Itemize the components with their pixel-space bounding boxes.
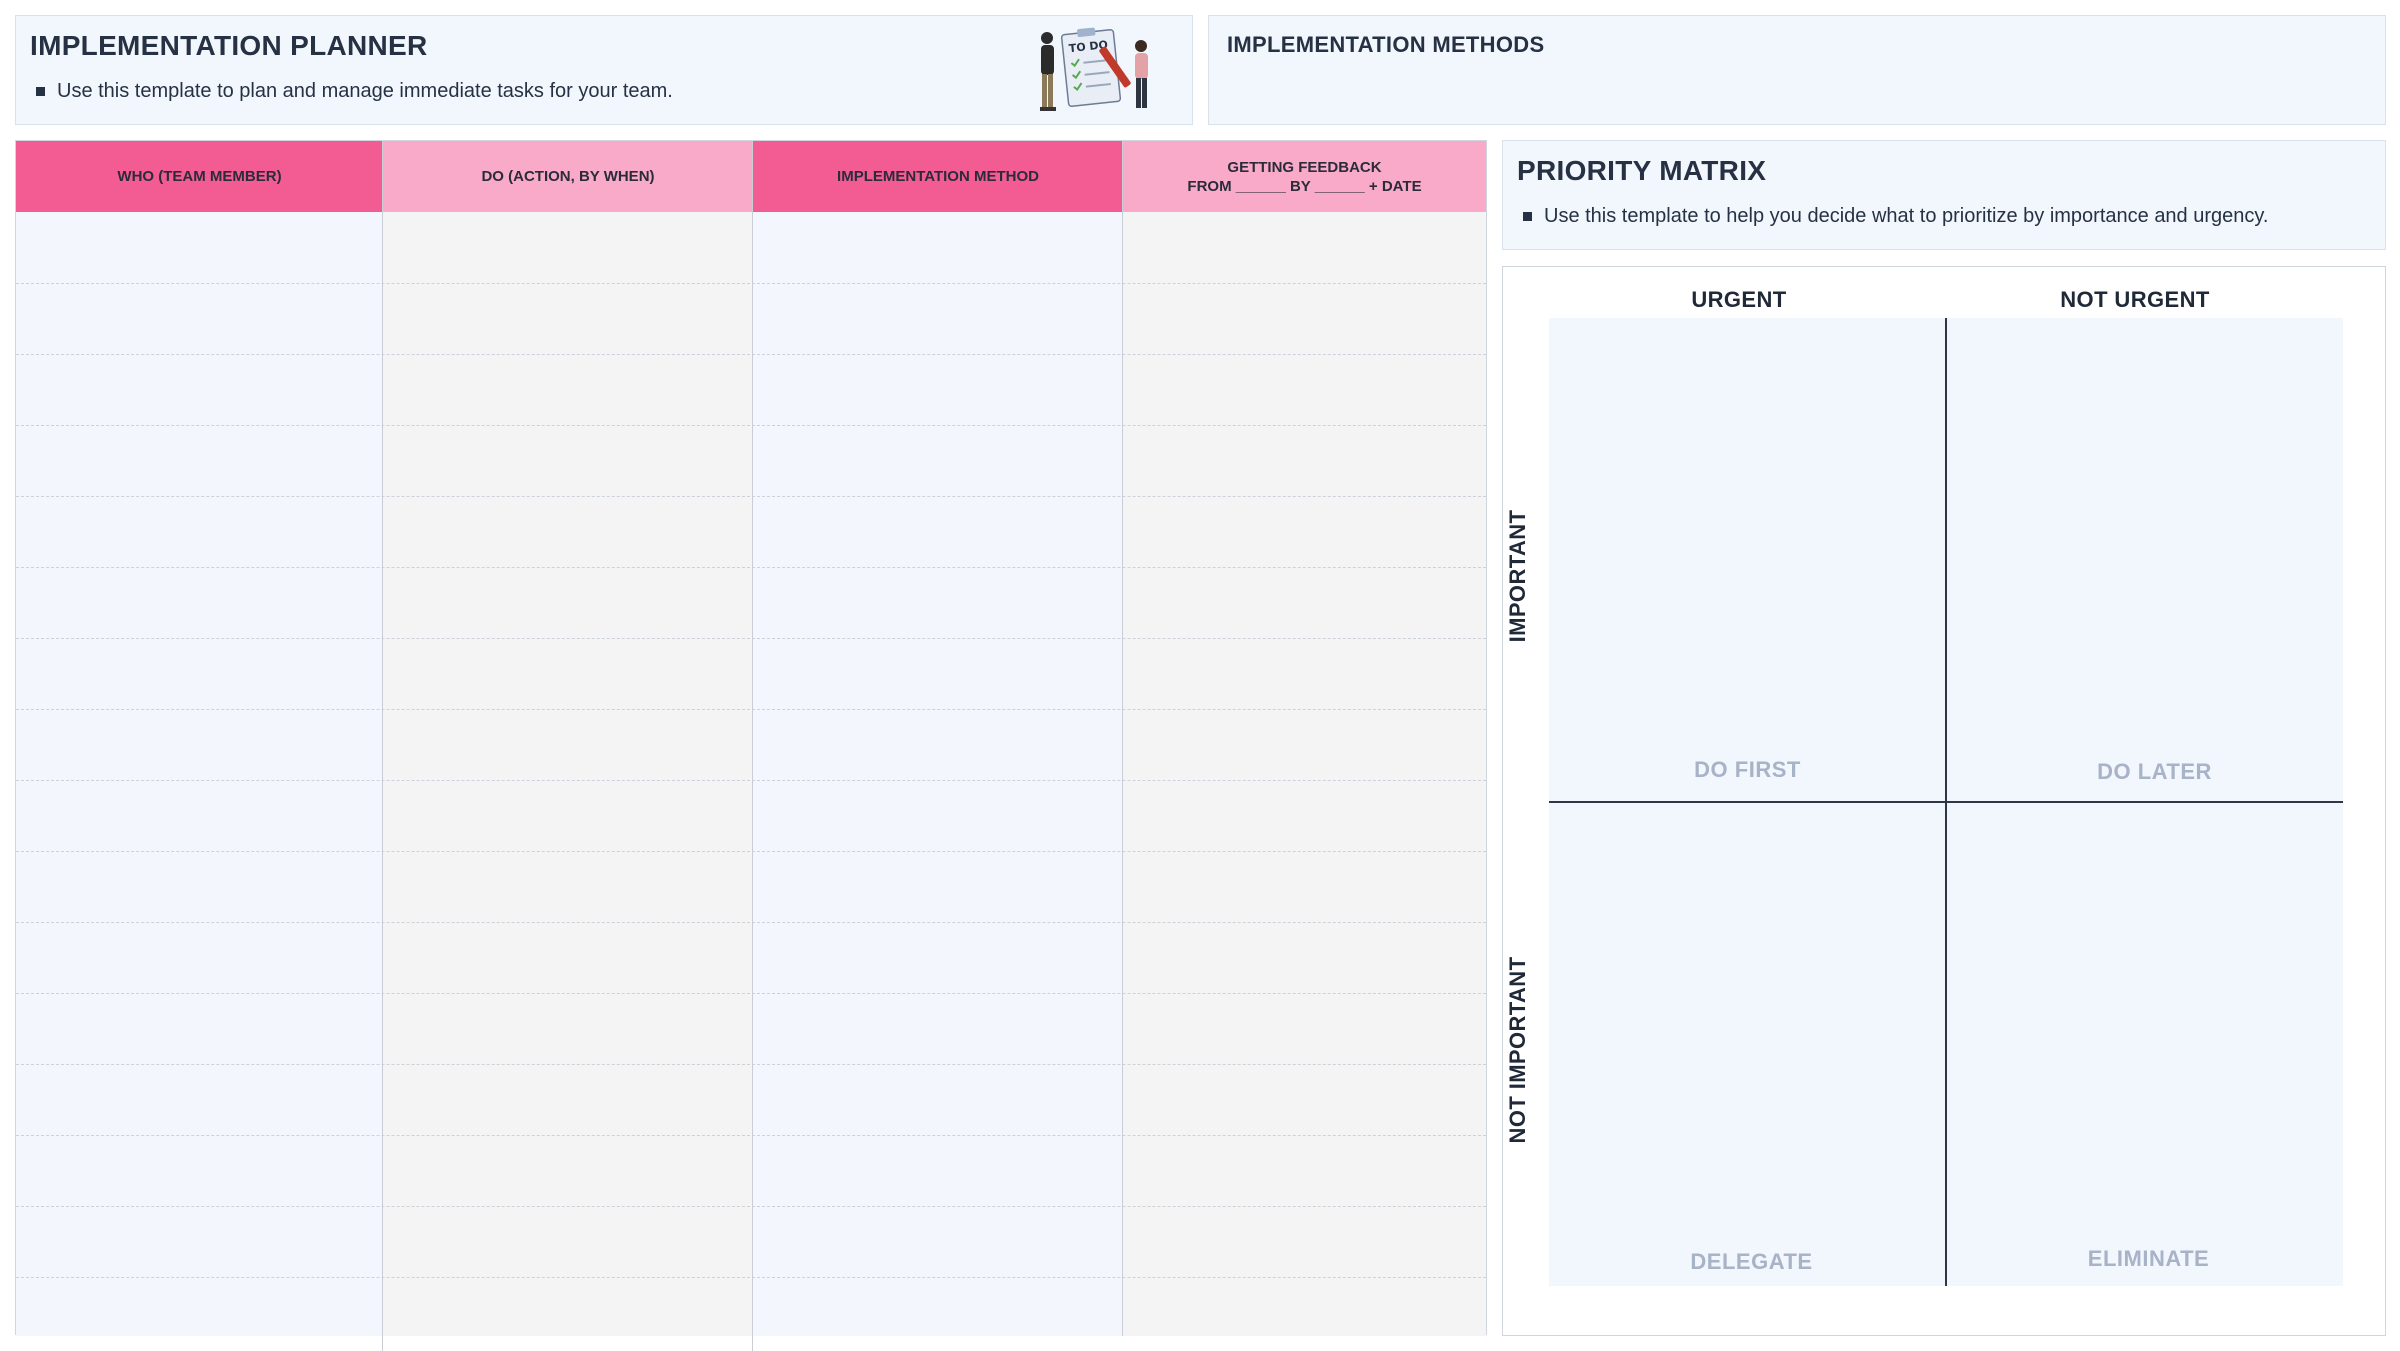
planner-header-panel: IMPLEMENTATION PLANNER Use this template… (15, 15, 1193, 125)
quadrant-do-later[interactable]: DO LATER (1946, 318, 2343, 802)
column-divider (1122, 141, 1123, 1336)
quadrant-delegate[interactable]: DELEGATE (1549, 802, 1946, 1286)
planner-description-text: Use this template to plan and manage imm… (57, 80, 673, 102)
header-who: WHO (TEAM MEMBER) (16, 141, 383, 212)
table-row-divider (16, 496, 1486, 497)
column-divider (382, 141, 383, 1351)
table-row-divider (16, 283, 1486, 284)
table-row-divider (16, 851, 1486, 852)
quadrant-do-later-label: DO LATER (2097, 759, 2212, 784)
table-row-divider (16, 993, 1486, 994)
col-label-not-urgent: NOT URGENT (2060, 287, 2210, 312)
planner-description: Use this template to plan and manage imm… (36, 80, 673, 103)
row-label-not-important: NOT IMPORTANT (1505, 956, 1530, 1144)
column-divider (752, 141, 753, 1351)
table-row-divider (16, 780, 1486, 781)
header-do: DO (ACTION, BY WHEN) (383, 141, 753, 212)
priority-header-panel: PRIORITY MATRIX Use this template to hel… (1502, 140, 2386, 250)
matrix-horizontal-axis (1549, 801, 2343, 803)
quadrant-eliminate-label: ELIMINATE (2087, 1246, 2210, 1271)
priority-matrix: URGENT NOT URGENT IMPORTANT NOT IMPORTAN… (1502, 266, 2386, 1336)
header-method: IMPLEMENTATION METHOD (753, 141, 1123, 212)
table-row-divider (16, 1135, 1486, 1136)
row-label-important: IMPORTANT (1505, 509, 1530, 643)
col-label-urgent: URGENT (1691, 287, 1787, 312)
header-who-label: WHO (TEAM MEMBER) (117, 168, 282, 185)
methods-title: IMPLEMENTATION METHODS (1227, 32, 1545, 57)
quadrant-do-first-label: DO FIRST (1694, 757, 1801, 782)
table-row-divider (16, 354, 1486, 355)
todo-illustration-icon: TO DO (1040, 27, 1148, 111)
planner-table: WHO (TEAM MEMBER) DO (ACTION, BY WHEN) I… (15, 140, 1487, 1351)
bullet-icon (36, 87, 45, 96)
header-do-label: DO (ACTION, BY WHEN) (481, 168, 655, 185)
header-feedback: GETTING FEEDBACK FROM ______ BY ______ +… (1123, 141, 1486, 212)
header-feedback-label: GETTING FEEDBACK (1227, 158, 1382, 176)
table-row-divider (16, 709, 1486, 710)
quadrant-do-first[interactable]: DO FIRST (1549, 318, 1946, 802)
header-method-label: IMPLEMENTATION METHOD (837, 168, 1039, 185)
priority-title: PRIORITY MATRIX (1517, 155, 1767, 186)
planner-title: IMPLEMENTATION PLANNER (30, 30, 428, 61)
table-rows (16, 212, 1486, 1336)
quadrant-eliminate[interactable]: ELIMINATE (1946, 802, 2343, 1286)
table-row-divider (16, 1064, 1486, 1065)
table-row-divider (16, 638, 1486, 639)
methods-panel[interactable]: IMPLEMENTATION METHODS (1208, 15, 2386, 125)
header-feedback-sublabel: FROM ______ BY ______ + DATE (1187, 177, 1422, 195)
table-row-divider (16, 1277, 1486, 1278)
bullet-icon (1523, 212, 1532, 221)
table-row-divider (16, 425, 1486, 426)
priority-description: Use this template to help you decide wha… (1523, 205, 2268, 228)
table-row-divider (16, 922, 1486, 923)
table-row-divider (16, 1206, 1486, 1207)
priority-description-text: Use this template to help you decide wha… (1544, 205, 2269, 227)
quadrant-delegate-label: DELEGATE (1690, 1249, 1813, 1274)
table-row-divider (16, 567, 1486, 568)
